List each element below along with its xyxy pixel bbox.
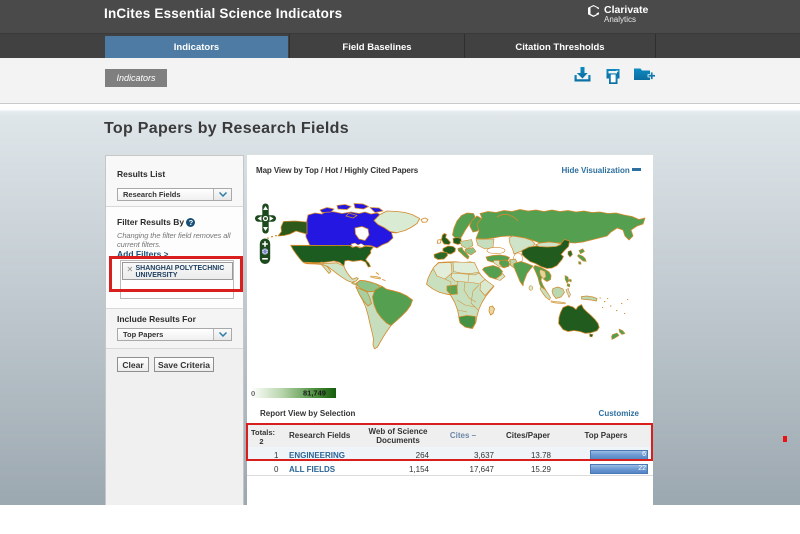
svg-text:0: 0 <box>251 389 255 398</box>
svg-text:81,749: 81,749 <box>303 389 326 398</box>
